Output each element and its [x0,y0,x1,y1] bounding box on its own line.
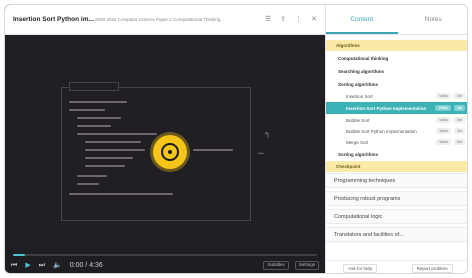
row-label: Computational logic [334,213,383,220]
share-icon[interactable]: ⇪ [280,16,286,23]
duration-badge: 3m [454,128,465,134]
lesson-row[interactable]: Searching algorithms [326,65,467,77]
row-label: Translators and facilities of... [334,231,404,238]
ask-for-help-button[interactable]: Ask for help [343,263,378,273]
code-line [77,117,121,119]
video-breadcrumb[interactable]: 2020-2024 Computer Science Paper 2 Compu… [95,17,243,22]
code-line [69,101,127,103]
lesson-row[interactable]: Sorting algorithms [326,78,467,90]
lesson-row[interactable]: Insertion Sort Video 4m [326,91,467,101]
subtitles-button[interactable]: Subtitles [263,261,289,270]
playback-controls: ⏮ ▶ ⏭ 🔈 0:00 / 4:36 [11,262,103,269]
lesson-row-active[interactable]: Insertion Sort Python Implementation Vide… [326,102,467,114]
app-window: Insertion Sort Python im... 2020-2024 Co… [4,4,468,274]
code-line [193,149,233,151]
skip-forward-icon[interactable]: ⏭ [39,262,45,269]
lesson-row[interactable]: Bubble Sort Video 5m [326,115,467,125]
video-header: Insertion Sort Python im... 2020-2024 Co… [5,5,325,35]
code-line [85,149,145,151]
cursor-ring [161,143,179,161]
tab-content[interactable]: Content [326,5,398,34]
settings-button[interactable]: Settings [294,261,319,270]
code-line [77,183,99,185]
row-label: Bubble Sort Python Implementation [346,128,417,134]
row-label: Insertion Sort Python Implementation [346,105,427,111]
type-badge: Video [436,117,452,123]
video-settings: Subtitles Settings [263,261,319,270]
video-controls: ⏮ ▶ ⏭ 🔈 0:00 / 4:36 Subtitles Settings [5,249,325,273]
video-canvas[interactable]: ↰ ~ [5,35,325,249]
code-line [85,141,141,143]
duration-badge: 6m [454,139,465,145]
tab-notes[interactable]: Notes [398,5,468,34]
duration-badge: 5m [454,117,465,123]
row-label: Insertion Sort [346,93,373,99]
code-line [69,193,173,195]
code-line [77,175,107,177]
row-label: Sorting algorithms [338,81,379,87]
video-title: Insertion Sort Python im... [13,16,94,23]
sidebar-tabs: Content Notes [326,5,468,35]
more-icon[interactable]: ⋮ [295,16,302,23]
code-line [77,133,157,135]
duration-badge: 4m [454,93,465,99]
row-label: Programming techniques [334,177,396,184]
progress-bar[interactable] [13,254,317,256]
time-readout: 0:00 / 4:36 [69,262,103,269]
row-label: Checkpoint [336,164,361,169]
row-label: Bubble Sort [346,117,370,123]
lesson-row[interactable]: Checkpoint [326,161,467,172]
cursor-dot [168,150,172,154]
lesson-row[interactable]: Algorithms [326,40,467,51]
video-header-icons: ☰ ⇪ ⋮ ✕ [265,16,317,23]
code-line [85,165,125,167]
play-icon[interactable]: ▶ [25,262,30,269]
row-label: Sorting algorithms [338,151,379,157]
course-sidebar: Content Notes Algorithms Computational th… [325,5,468,273]
topic-row[interactable]: Producing robust programs [326,191,467,206]
lesson-row[interactable]: Bubble Sort Python Implementation Video 3m [326,126,467,136]
handwriting-mark: ↰ [263,131,271,141]
report-problem-button[interactable]: Report problem [411,263,453,273]
handwriting-mark: ~ [257,149,265,159]
type-badge: Video [436,93,452,99]
topic-row[interactable]: Programming techniques [326,173,467,188]
row-label: Producing robust programs [334,195,401,202]
rewind-icon[interactable]: ⏮ [11,262,17,269]
type-badge: Video [436,128,452,134]
list-icon[interactable]: ☰ [265,16,271,23]
lesson-row[interactable]: Computational thinking [326,52,467,64]
row-label: Searching algorithms [338,68,385,74]
duration-badge: 4m [453,105,465,111]
type-badge: Video [436,139,452,145]
type-badge: Video [435,105,451,111]
row-label: Computational thinking [338,55,389,61]
video-panel: Insertion Sort Python im... 2020-2024 Co… [5,5,325,273]
code-line [85,157,133,159]
topic-row[interactable]: Translators and facilities of... [326,227,467,242]
close-icon[interactable]: ✕ [311,16,317,23]
lesson-row[interactable]: Merge Sort Video 6m [326,137,467,147]
row-label: Algorithms [336,43,360,48]
code-line [77,125,111,127]
code-line [69,109,105,111]
sidebar-actions: Ask for help Report problem [326,260,467,273]
topic-row[interactable]: Computational logic [326,209,467,224]
lesson-row[interactable]: Sorting algorithms [326,148,467,160]
cursor-highlight-icon [153,135,187,169]
progress-fill [13,254,26,256]
row-label: Merge Sort [346,139,369,145]
volume-icon[interactable]: 🔈 [53,262,62,269]
code-tab [69,82,119,91]
